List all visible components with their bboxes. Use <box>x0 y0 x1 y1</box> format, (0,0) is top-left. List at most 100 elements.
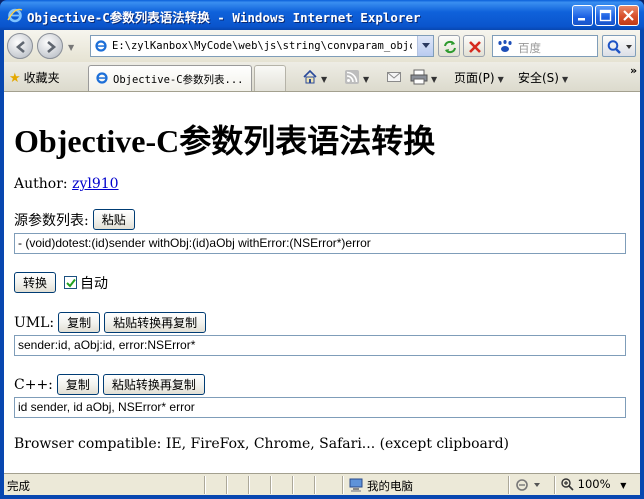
stop-icon <box>469 41 481 53</box>
author-label: Author: <box>14 176 68 192</box>
cpp-row: C++: 复制 粘贴转换再复制 <box>14 374 205 395</box>
page-heading: Objective-C参数列表语法转换 <box>14 123 436 159</box>
home-icon <box>303 69 317 84</box>
computer-icon <box>349 478 363 492</box>
refresh-button[interactable] <box>438 35 460 57</box>
page-menu[interactable]: 页面(P) ▼ <box>454 69 504 86</box>
new-tab-button[interactable] <box>254 65 286 91</box>
cpp-paste-convert-copy-button[interactable]: 粘贴转换再复制 <box>102 374 205 395</box>
tab-toolbar: ★ 收藏夹 Objective-C参数列表... ▼ ▼ ▼ 页面(P) ▼ 安全(… <box>4 62 640 92</box>
status-bar: 完成 我的电脑 100% ▼ <box>4 473 640 495</box>
back-button[interactable] <box>7 33 33 59</box>
forward-arrow-icon <box>47 41 57 53</box>
star-icon: ★ <box>9 71 21 86</box>
uml-output[interactable]: sender:id, aObj:id, error:NSError* <box>14 335 626 356</box>
chevron-down-icon: ▼ <box>561 75 569 84</box>
forward-button[interactable] <box>37 33 63 59</box>
paste-button[interactable]: 粘贴 <box>92 209 135 230</box>
tab-objc-converter[interactable]: Objective-C参数列表... <box>88 65 252 91</box>
chevron-down-icon <box>422 43 430 48</box>
page-menu-label: 页面(P) <box>454 71 495 85</box>
search-provider-icon <box>498 40 512 52</box>
zoom-control[interactable]: 100% ▼ <box>560 477 626 491</box>
favorites-button[interactable]: ★ 收藏夹 <box>9 69 60 86</box>
toolbar-overflow-button[interactable]: » <box>630 64 637 77</box>
uml-label: UML: <box>14 314 55 331</box>
status-divider <box>248 476 250 494</box>
stop-button[interactable] <box>463 35 485 57</box>
rss-feed-icon <box>345 70 359 84</box>
uml-row: UML: 复制 粘贴转换再复制 <box>14 312 207 333</box>
browser-frame: ▼ E:\zylKanbox\MyCode\web\js\string\conv… <box>0 30 644 499</box>
address-dropdown-button[interactable] <box>417 36 433 56</box>
zoom-level: 100% <box>577 477 611 491</box>
window-title: Objective-C参数列表语法转换 - Windows Internet E… <box>27 10 421 25</box>
back-arrow-icon <box>15 41 25 53</box>
zone-label: 我的电脑 <box>367 479 413 493</box>
source-input[interactable]: - (void)dotest:(id)sender withObj:(id)aO… <box>14 233 626 254</box>
status-divider <box>314 476 316 494</box>
close-button[interactable] <box>618 5 639 26</box>
status-divider <box>508 476 510 494</box>
chevron-down-icon: ▼ <box>620 481 627 490</box>
chevron-down-icon: ▼ <box>497 75 504 84</box>
favorites-label: 收藏夹 <box>23 71 60 85</box>
chevron-down-icon: ▼ <box>321 75 328 84</box>
magnifier-icon <box>607 40 632 54</box>
zoom-icon <box>561 478 574 491</box>
chevron-down-icon: ▼ <box>431 75 438 84</box>
page-icon <box>96 72 108 84</box>
source-label: 源参数列表: <box>14 212 89 229</box>
security-zone[interactable]: 我的电脑 <box>348 477 413 494</box>
cpp-label: C++: <box>14 376 53 393</box>
page-content: Objective-C参数列表语法转换 Author: zyl910 源参数列表… <box>4 92 640 473</box>
protected-mode-button[interactable] <box>514 477 544 496</box>
chevron-down-icon: ▼ <box>363 75 370 84</box>
author-line: Author: zyl910 <box>14 176 119 192</box>
safety-menu[interactable]: 安全(S) ▼ <box>518 69 568 86</box>
minimize-icon <box>578 18 585 21</box>
status-text: 完成 <box>7 479 30 493</box>
address-toolbar: ▼ E:\zylKanbox\MyCode\web\js\string\conv… <box>4 30 640 62</box>
cpp-copy-button[interactable]: 复制 <box>56 374 99 395</box>
ie-logo-icon <box>7 8 23 23</box>
status-divider <box>292 476 294 494</box>
search-box[interactable]: 百度 <box>492 35 598 57</box>
print-button[interactable]: ▼ <box>410 69 437 85</box>
close-icon <box>623 10 634 21</box>
status-divider <box>270 476 272 494</box>
source-row: 源参数列表: 粘贴 <box>14 209 135 230</box>
status-divider <box>342 476 344 494</box>
feeds-button[interactable]: ▼ <box>344 69 369 85</box>
uml-copy-button[interactable]: 复制 <box>58 312 101 333</box>
page-icon <box>95 40 107 52</box>
checkmark-icon <box>66 278 76 288</box>
title-bar: Objective-C参数列表语法转换 - Windows Internet E… <box>0 0 644 30</box>
search-placeholder: 百度 <box>518 41 541 55</box>
refresh-icon <box>444 40 456 54</box>
status-divider <box>554 476 556 494</box>
home-button[interactable]: ▼ <box>302 69 327 85</box>
printer-icon <box>410 69 428 85</box>
cpp-output[interactable]: id sender, id aObj, NSError* error <box>14 397 626 418</box>
read-mail-button[interactable] <box>386 69 402 85</box>
search-button[interactable] <box>602 35 636 57</box>
convert-row: 转换 自动 <box>14 272 108 293</box>
auto-checkbox[interactable] <box>64 276 78 289</box>
status-divider <box>226 476 228 494</box>
auto-label: 自动 <box>80 275 109 292</box>
maximize-button[interactable] <box>595 5 616 26</box>
minimize-button[interactable] <box>572 5 593 26</box>
protected-mode-icon <box>516 479 540 491</box>
recent-pages-dropdown-icon[interactable]: ▼ <box>68 43 74 52</box>
mail-icon <box>387 72 401 82</box>
safety-menu-label: 安全(S) <box>518 71 559 85</box>
author-link[interactable]: zyl910 <box>72 176 118 192</box>
uml-paste-convert-copy-button[interactable]: 粘贴转换再复制 <box>104 312 207 333</box>
convert-button[interactable]: 转换 <box>14 272 57 293</box>
maximize-icon <box>599 9 612 22</box>
status-divider <box>204 476 206 494</box>
tab-label: Objective-C参数列表... <box>113 74 244 86</box>
address-bar[interactable]: E:\zylKanbox\MyCode\web\js\string\convpa… <box>90 35 434 57</box>
address-url[interactable]: E:\zylKanbox\MyCode\web\js\string\convpa… <box>112 40 412 52</box>
